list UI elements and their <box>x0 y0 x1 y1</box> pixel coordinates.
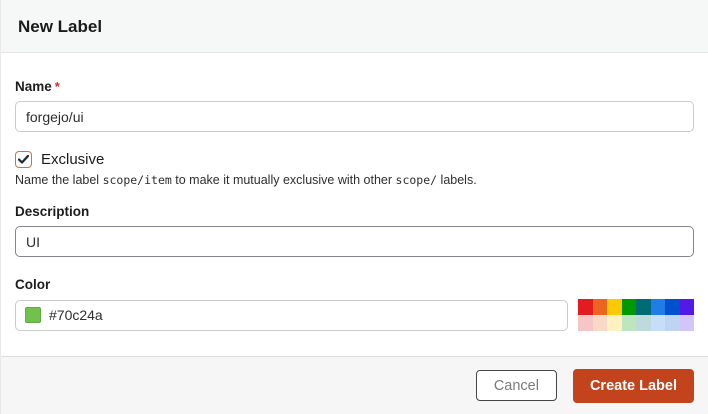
dialog-body: Name * Exclusive Name the label scope/it… <box>1 53 708 356</box>
help-code-scope: scope/ <box>395 173 438 187</box>
description-label-text: Description <box>15 204 90 219</box>
checkmark-icon <box>18 155 29 164</box>
exclusive-row: Exclusive <box>15 151 694 168</box>
color-label-text: Color <box>15 277 51 292</box>
color-presets <box>578 299 694 331</box>
color-preset-swatch[interactable] <box>636 299 651 315</box>
dialog-title: New Label <box>18 17 103 36</box>
color-input[interactable] <box>15 299 568 331</box>
color-preset-swatch[interactable] <box>621 315 636 331</box>
new-label-dialog: New Label Name * Exclusive Name the labe… <box>0 0 708 414</box>
color-preset-swatch[interactable] <box>578 315 593 331</box>
color-value-input[interactable] <box>49 307 558 323</box>
color-preset-swatch[interactable] <box>665 299 680 315</box>
color-preset-swatch[interactable] <box>592 299 607 315</box>
required-asterisk: * <box>54 79 60 94</box>
exclusive-help-text: Name the label scope/item to make it mut… <box>15 173 694 188</box>
color-field-group: Color <box>15 277 694 331</box>
help-prefix: Name the label <box>15 173 103 187</box>
description-field-group: Description <box>15 204 694 257</box>
name-field-group: Name * <box>15 79 694 132</box>
color-preset-swatch[interactable] <box>665 315 680 331</box>
color-preset-swatch[interactable] <box>592 315 607 331</box>
help-mid: to make it mutually exclusive with other <box>171 173 396 187</box>
color-preset-swatch[interactable] <box>578 299 593 315</box>
color-preset-swatch[interactable] <box>607 299 622 315</box>
name-label: Name * <box>15 79 694 94</box>
help-suffix: labels. <box>437 173 477 187</box>
name-input[interactable] <box>15 101 694 132</box>
color-preset-swatch[interactable] <box>636 315 651 331</box>
description-input[interactable] <box>15 226 694 257</box>
color-preset-swatch[interactable] <box>679 315 694 331</box>
name-label-text: Name <box>15 79 52 94</box>
color-preset-swatch[interactable] <box>621 299 636 315</box>
create-label-button[interactable]: Create Label <box>572 368 694 403</box>
color-swatch <box>25 307 41 323</box>
color-preset-swatch[interactable] <box>679 299 694 315</box>
description-label: Description <box>15 204 694 219</box>
cancel-button[interactable]: Cancel <box>475 370 557 401</box>
dialog-header: New Label <box>1 0 708 53</box>
color-preset-swatch[interactable] <box>650 315 665 331</box>
color-preset-swatch[interactable] <box>650 299 665 315</box>
help-code-scope-item: scope/item <box>102 173 172 187</box>
color-preset-swatch[interactable] <box>607 315 622 331</box>
color-label: Color <box>15 277 694 292</box>
dialog-footer: Cancel Create Label <box>1 356 708 414</box>
exclusive-checkbox[interactable] <box>15 151 32 168</box>
exclusive-label: Exclusive <box>41 151 105 168</box>
color-row <box>15 299 694 331</box>
